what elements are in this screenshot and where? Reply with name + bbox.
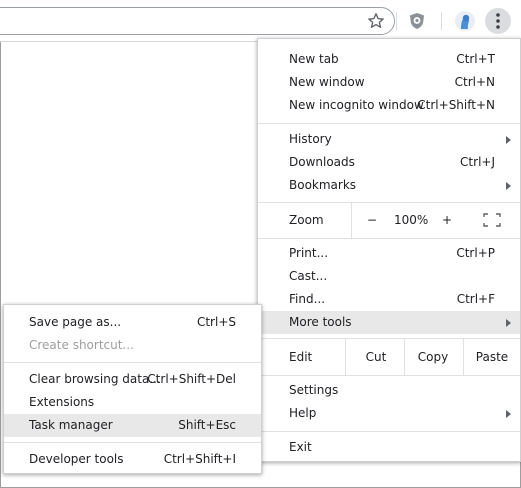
menu-item-more-tools[interactable]: More tools: [258, 311, 520, 334]
submenu-arrow-icon: [506, 182, 511, 190]
zoom-level: 100%: [394, 213, 429, 227]
edit-row: Edit Cut Copy Paste: [258, 339, 520, 375]
menu-item-print[interactable]: Print... Ctrl+P: [258, 242, 520, 265]
edit-label: Edit: [289, 350, 313, 364]
menu-item-history[interactable]: History: [258, 128, 520, 151]
submenu-item-clear-browsing-data[interactable]: Clear browsing data... Ctrl+Shift+Del: [4, 368, 261, 391]
address-bar[interactable]: [0, 7, 395, 35]
menu-item-bookmarks[interactable]: Bookmarks: [258, 174, 520, 197]
menu-item-shortcut: Ctrl+P: [456, 246, 495, 260]
paste-cell: Paste: [463, 339, 521, 375]
menu-item-label: New tab: [289, 52, 339, 66]
menu-item-label: Bookmarks: [289, 178, 357, 192]
chrome-main-menu: New tab Ctrl+T New window Ctrl+N New inc…: [257, 38, 521, 462]
profile-avatar-icon[interactable]: [455, 11, 475, 31]
submenu-arrow-icon: [506, 319, 511, 327]
star-icon[interactable]: [367, 12, 385, 30]
cut-button[interactable]: Cut: [346, 339, 406, 375]
extension-shield-icon[interactable]: [407, 11, 427, 31]
more-menu-button[interactable]: [485, 8, 511, 34]
menu-item-label: New incognito window: [289, 98, 424, 112]
menu-separator: [4, 442, 261, 443]
menu-item-label: History: [289, 132, 332, 146]
submenu-item-task-manager[interactable]: Task manager Shift+Esc: [4, 414, 261, 437]
menu-item-new-incognito-window[interactable]: New incognito window Ctrl+Shift+N: [258, 94, 520, 117]
menu-item-downloads[interactable]: Downloads Ctrl+J: [258, 151, 520, 174]
menu-item-shortcut: Ctrl+S: [196, 315, 236, 329]
zoom-in-button[interactable]: +: [442, 203, 452, 238]
menu-item-label: Cast...: [289, 269, 328, 283]
more-menu-icon: [496, 13, 500, 29]
menu-item-shortcut: Ctrl+J: [460, 155, 495, 169]
menu-item-shortcut: Ctrl+Shift+N: [417, 98, 495, 112]
menu-item-label: Extensions: [29, 395, 95, 409]
menu-item-shortcut: Ctrl+F: [456, 292, 495, 306]
copy-button[interactable]: Copy: [405, 339, 461, 375]
zoom-row: Zoom − 100% +: [258, 203, 520, 238]
submenu-item-create-shortcut[interactable]: Create shortcut...: [4, 334, 261, 357]
menu-item-label: Settings: [289, 383, 339, 397]
zoom-out-button[interactable]: −: [367, 203, 377, 238]
toolbar-separator: [441, 12, 442, 30]
menu-separator: [4, 362, 261, 363]
menu-item-label: Task manager: [29, 418, 113, 432]
menu-item-new-window[interactable]: New window Ctrl+N: [258, 71, 520, 94]
menu-separator: [258, 375, 520, 376]
menu-item-label: Help: [289, 406, 317, 420]
menu-item-label: New window: [289, 75, 365, 89]
menu-item-label: More tools: [289, 315, 352, 329]
menu-item-label: Exit: [289, 440, 312, 454]
menu-item-shortcut: Ctrl+Shift+I: [163, 452, 236, 466]
menu-separator: [258, 238, 520, 239]
submenu-arrow-icon: [506, 136, 511, 144]
paste-button[interactable]: Paste: [464, 339, 520, 375]
menu-item-find[interactable]: Find... Ctrl+F: [258, 288, 520, 311]
browser-toolbar: [0, 0, 521, 42]
menu-item-label: Create shortcut...: [29, 338, 134, 352]
menu-item-cast[interactable]: Cast...: [258, 265, 520, 288]
submenu-item-extensions[interactable]: Extensions: [4, 391, 261, 414]
menu-item-shortcut: Ctrl+T: [456, 52, 495, 66]
menu-item-label: Clear browsing data...: [29, 372, 161, 386]
menu-item-label: Downloads: [289, 155, 355, 169]
submenu-item-developer-tools[interactable]: Developer tools Ctrl+Shift+I: [4, 448, 261, 471]
menu-separator: [258, 123, 520, 124]
copy-cell: Copy: [404, 339, 465, 375]
menu-item-shortcut: Ctrl+Shift+Del: [147, 372, 236, 386]
menu-item-exit[interactable]: Exit: [258, 436, 520, 459]
menu-item-shortcut: Shift+Esc: [178, 418, 236, 432]
menu-item-label: Find...: [289, 292, 326, 306]
menu-item-shortcut: Ctrl+N: [454, 75, 495, 89]
menu-item-new-tab[interactable]: New tab Ctrl+T: [258, 48, 520, 71]
menu-separator: [258, 431, 520, 432]
toolbar-separator: [396, 12, 397, 30]
zoom-controls: − 100% +: [351, 203, 521, 238]
cut-cell: Cut: [345, 339, 406, 375]
menu-item-label: Developer tools: [29, 452, 124, 466]
zoom-label: Zoom: [289, 213, 324, 227]
menu-item-label: Print...: [289, 246, 329, 260]
menu-item-settings[interactable]: Settings: [258, 379, 520, 402]
submenu-arrow-icon: [506, 410, 511, 418]
more-tools-submenu: Save page as... Ctrl+S Create shortcut..…: [3, 304, 262, 474]
submenu-item-save-page-as[interactable]: Save page as... Ctrl+S: [4, 311, 261, 334]
fullscreen-icon[interactable]: [483, 213, 501, 227]
menu-item-label: Save page as...: [29, 315, 122, 329]
menu-item-help[interactable]: Help: [258, 402, 520, 425]
